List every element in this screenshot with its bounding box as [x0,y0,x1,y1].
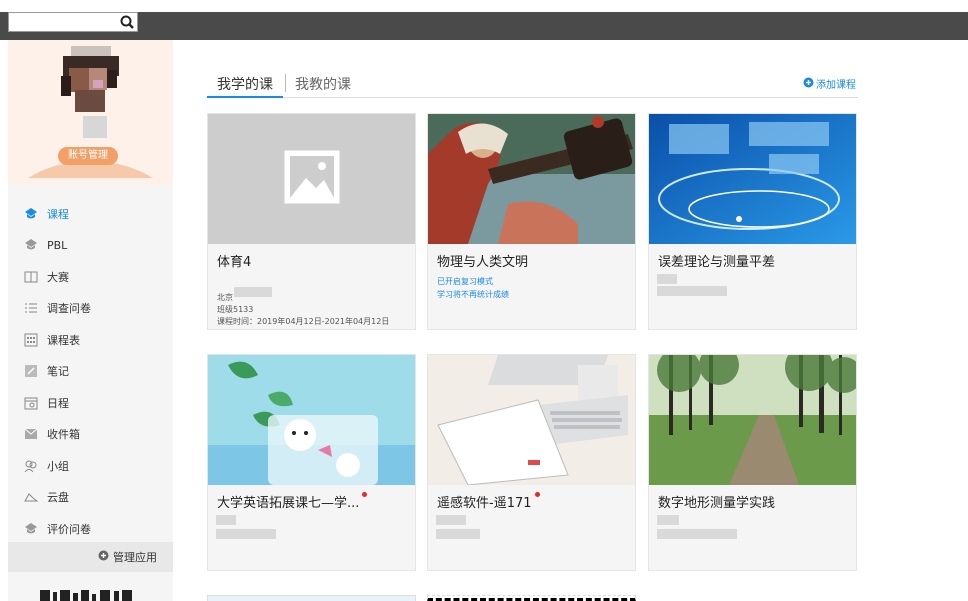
course-title: 遥感软件-遥171 [437,492,540,511]
qr-code-icon [40,590,132,601]
blurred-text [657,274,677,284]
main-content: 我学的课 我教的课 添加课程 体育4 北京 班级5133 课程时间：2019年0… [173,40,968,601]
blurred-text [216,515,236,525]
pbl-icon [23,237,39,253]
course-cover-tablet-desk [428,355,635,485]
inbox-icon [23,426,39,442]
tab-my-learning[interactable]: 我学的课 [217,74,273,94]
sidebar-item-survey[interactable]: 调查问卷 [8,293,173,325]
search-input[interactable] [8,12,138,32]
search-icon[interactable] [119,14,135,30]
sidebar-item-cloud[interactable]: 云盘 [8,482,173,514]
top-bar [0,0,968,40]
course-title: 大学英语拓展课七—学... [217,492,368,511]
blurred-text [436,529,480,539]
sidebar-item-group[interactable]: 小组 [8,450,173,482]
tab-my-teaching[interactable]: 我教的课 [295,74,351,94]
timetable-icon [23,332,39,348]
sidebar-item-evaluation[interactable]: 评价问卷 [8,513,173,545]
blurred-text [234,287,272,297]
course-card-partial [207,595,416,601]
sidebar-item-label: 课程表 [47,333,80,347]
course-title-text: 大学英语拓展课七—学... [217,496,360,511]
add-course-button[interactable]: 添加课程 [803,76,856,91]
blurred-text [216,529,276,539]
course-title: 数字地形测量学实践 [658,496,776,511]
course-card[interactable]: 遥感软件-遥171 [427,354,636,571]
sidebar-nav: 课程 PBL 大赛 调查问卷 课程表 笔记 日程 收件箱 小组 云盘 评价问卷 [8,198,173,545]
course-title: 误差理论与测量平差 [658,255,776,270]
sidebar-item-label: 日程 [47,396,69,410]
sidebar-item-label: 评价问卷 [47,522,91,536]
sidebar-item-contest[interactable]: 大赛 [8,261,173,293]
course-card[interactable]: 误差理论与测量平差 [648,113,857,330]
add-course-label: 添加课程 [816,80,856,91]
sidebar-item-label: 调查问卷 [47,302,91,316]
contest-icon [23,269,39,285]
calendar-icon [23,395,39,411]
review-mode-notice: 已开启复习模式 [437,277,493,286]
top-bar-strip [0,12,968,40]
blurred-text [657,529,737,539]
course-cover-physics-painting [428,114,635,244]
sidebar-item-label: PBL [47,238,68,252]
sidebar-item-pbl[interactable]: PBL [8,230,173,262]
survey-icon [23,300,39,316]
course-title: 物理与人类文明 [437,255,529,270]
sidebar-item-label: 笔记 [47,365,69,379]
course-period: 课程时间：2019年04月12日-2021年04月12日 [217,317,390,326]
blurred-text [657,286,727,296]
sidebar-item-inbox[interactable]: 收件箱 [8,419,173,451]
group-icon [23,458,39,474]
sidebar-item-schedule[interactable]: 日程 [8,387,173,419]
account-manage-button[interactable]: 账号管理 [58,147,118,165]
course-cover-digital-globe [649,114,856,244]
course-card[interactable]: 数字地形测量学实践 [648,354,857,571]
course-cover-placeholder [208,114,415,244]
sidebar-item-label: 小组 [47,459,69,473]
add-circle-icon [803,77,814,91]
blurred-text [657,515,679,525]
sidebar: 账号管理 课程 PBL 大赛 调查问卷 课程表 笔记 日程 收件箱 小组 云盘 … [8,40,173,601]
sidebar-item-label: 课程 [47,207,69,221]
course-cover-cartoon-glass [208,355,415,485]
sidebar-item-label: 收件箱 [47,428,80,442]
manage-apps-label: 管理应用 [113,551,157,564]
avatar[interactable] [53,46,129,116]
course-card[interactable]: 物理与人类文明 已开启复习模式 学习将不再统计成绩 [427,113,636,330]
course-card-partial [427,595,636,601]
add-circle-icon [98,550,109,564]
sidebar-item-label: 云盘 [47,491,69,505]
no-grade-notice: 学习将不再统计成绩 [437,290,509,299]
course-icon [23,206,39,222]
course-title-text: 遥感软件-遥171 [437,496,532,511]
sidebar-item-label: 大赛 [47,270,69,284]
course-card[interactable]: 大学英语拓展课七—学... [207,354,416,571]
course-school: 北京 [217,293,233,302]
cloud-icon [23,489,39,505]
tab-divider [285,74,286,92]
profile-panel: 账号管理 [8,40,173,185]
manage-apps-button[interactable]: 管理应用 [8,542,173,572]
new-badge-dot [534,492,540,497]
sidebar-item-course[interactable]: 课程 [8,198,173,230]
user-name-blurred [83,116,107,138]
active-tab-indicator [207,96,283,98]
evaluation-icon [23,521,39,537]
course-class: 班级5133 [217,305,254,314]
course-cover-forest-path [649,355,856,485]
course-card[interactable]: 体育4 北京 班级5133 课程时间：2019年04月12日-2021年04月1… [207,113,416,330]
course-tabs: 我学的课 我教的课 [207,70,858,98]
course-title: 体育4 [217,255,252,270]
new-badge-dot [362,492,368,497]
sidebar-item-notes[interactable]: 笔记 [8,356,173,388]
sidebar-item-timetable[interactable]: 课程表 [8,324,173,356]
blurred-text [436,515,466,525]
notes-icon [23,363,39,379]
